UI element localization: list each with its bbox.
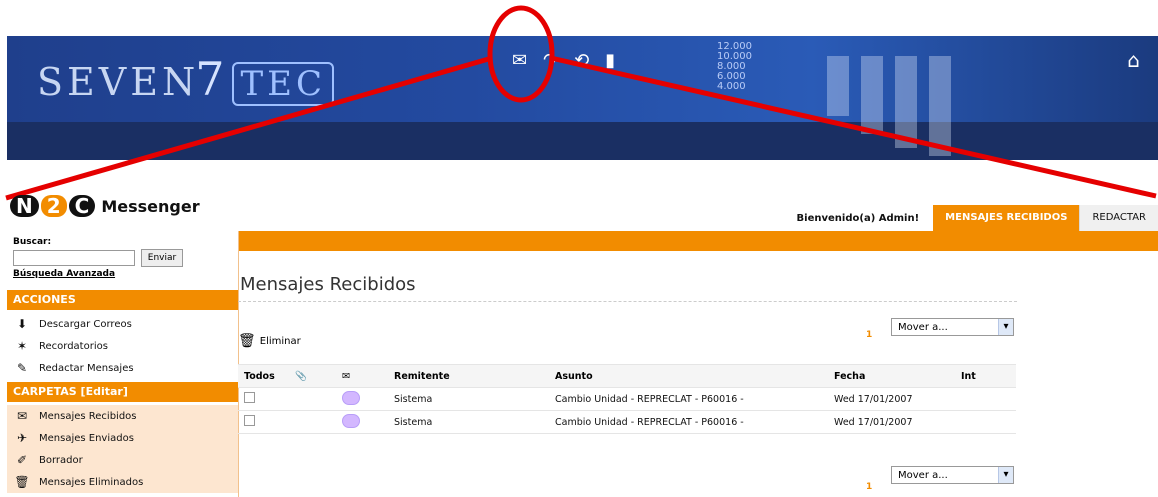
sidebar-item-mensajes-enviados[interactable]: ✈ Mensajes Enviados (7, 427, 238, 449)
move-to-select-top[interactable]: Mover a... ▾ (891, 318, 1014, 336)
sidebar-item-label: Redactar Mensajes (39, 362, 134, 374)
advanced-search-link[interactable]: Búsqueda Avanzada (13, 269, 183, 279)
row-checkbox[interactable] (244, 415, 255, 426)
header-int[interactable]: Int (955, 364, 1016, 388)
chat-bubble-icon (342, 390, 360, 405)
sent-icon: ✈ (16, 431, 28, 445)
chevron-down-icon: ▾ (998, 319, 1013, 335)
pagination-top[interactable]: 1 (866, 330, 872, 340)
paperclip-icon: 📎 (295, 370, 307, 382)
sidebar-item-label: Mensajes Eliminados (39, 476, 144, 488)
chat-bubble-icon (342, 413, 360, 428)
app-banner: SEVEN7 TEC ✉ ↷ ⟲ ▮ 12.000 10.000 8.000 6.… (7, 36, 1158, 160)
section-carpetas[interactable]: CARPETAS [Editar] (7, 382, 238, 402)
inbox-icon: ✉ (16, 409, 28, 423)
table-row[interactable]: Sistema Cambio Unidad - REPRECLAT - P600… (238, 410, 1016, 434)
redo-icon[interactable]: ↷ (543, 50, 558, 71)
banner-icons: ✉ ↷ ⟲ ▮ (512, 50, 615, 71)
search-panel: Buscar: Enviar Búsqueda Avanzada (13, 237, 183, 279)
company-logo: SEVEN7 TEC (37, 52, 334, 106)
row-remitente: Sistema (388, 387, 549, 411)
delete-action[interactable]: 🗑 Eliminar (238, 333, 301, 349)
pagination-bottom[interactable]: 1 (866, 482, 872, 492)
mail-icon[interactable]: ✉ (512, 50, 527, 71)
refresh-icon[interactable]: ⟲ (574, 50, 589, 71)
sidebar-item-label: Mensajes Recibidos (39, 410, 137, 422)
trash-icon: 🗑 (238, 333, 256, 349)
sidebar-item-recordatorios[interactable]: ✶ Recordatorios (7, 335, 238, 357)
sidebar-item-label: Borrador (39, 454, 83, 466)
sidebar-item-label: Descargar Correos (39, 318, 132, 330)
chevron-down-icon: ▾ (998, 467, 1013, 483)
home-icon[interactable]: ⌂ (1127, 48, 1140, 72)
table-row[interactable]: Sistema Cambio Unidad - REPRECLAT - P600… (238, 387, 1016, 411)
messages-table: Todos 📎 ✉ Remitente Asunto Fecha Int Sis… (238, 364, 1016, 434)
logo-text-7: 7 (195, 52, 229, 106)
trash-icon: 🗑 (14, 475, 30, 489)
row-checkbox[interactable] (244, 392, 255, 403)
banner-stripe (7, 122, 1158, 160)
table-header-row: Todos 📎 ✉ Remitente Asunto Fecha Int (238, 364, 1016, 388)
sidebar-item-label: Recordatorios (39, 340, 108, 352)
header-message-type: ✉ (336, 364, 388, 388)
header-todos[interactable]: Todos (238, 364, 289, 388)
row-fecha: Wed 17/01/2007 (828, 387, 955, 411)
search-button[interactable]: Enviar (141, 249, 183, 267)
logo-text-tec: TEC (232, 62, 334, 106)
app-brand: N2C Messenger (10, 194, 200, 218)
sidebar-item-redactar-mensajes[interactable]: ✎ Redactar Mensajes (7, 357, 238, 379)
draft-icon: ✐ (16, 453, 28, 467)
welcome-text: Bienvenido(a) Admin! (796, 212, 920, 224)
section-acciones: ACCIONES (7, 290, 238, 310)
download-mail-icon: ⬇ (16, 317, 28, 331)
n2c-logo: N2C (10, 194, 96, 218)
row-asunto: Cambio Unidad - REPRECLAT - P60016 - (549, 410, 828, 434)
reminder-icon: ✶ (16, 339, 28, 353)
mail-icon: ✉ (342, 370, 350, 382)
delete-label: Eliminar (259, 335, 301, 347)
page-title: Mensajes Recibidos (240, 274, 416, 295)
sidebar: Buscar: Enviar Búsqueda Avanzada ACCIONE… (7, 231, 239, 497)
header-remitente[interactable]: Remitente (388, 364, 549, 388)
chart-labels: 12.000 10.000 8.000 6.000 4.000 (717, 41, 752, 92)
sidebar-item-borrador[interactable]: ✐ Borrador (7, 449, 238, 471)
search-label: Buscar: (13, 237, 52, 247)
compose-icon: ✎ (16, 361, 28, 375)
row-remitente: Sistema (388, 410, 549, 434)
header-attachment: 📎 (289, 364, 336, 388)
orange-header-bar (238, 231, 1158, 251)
sidebar-item-mensajes-recibidos[interactable]: ✉ Mensajes Recibidos (7, 405, 238, 427)
header-asunto[interactable]: Asunto (549, 364, 828, 388)
move-to-label: Mover a... (898, 470, 948, 481)
title-divider (238, 301, 1017, 302)
sidebar-item-label: Mensajes Enviados (39, 432, 134, 444)
search-input[interactable] (13, 250, 135, 266)
move-to-label: Mover a... (898, 322, 948, 333)
tab-mensajes-recibidos[interactable]: MENSAJES RECIBIDOS (933, 205, 1080, 231)
sidebar-item-mensajes-eliminados[interactable]: 🗑 Mensajes Eliminados (7, 471, 238, 493)
door-icon[interactable]: ▮ (605, 50, 615, 71)
logo-text-seven: SEVEN (37, 60, 200, 104)
move-to-select-bottom[interactable]: Mover a... ▾ (891, 466, 1014, 484)
tab-redactar[interactable]: REDACTAR (1079, 205, 1158, 231)
brand-name: Messenger (101, 196, 200, 216)
decorative-bars (827, 56, 951, 156)
top-nav: Bienvenido(a) Admin! MENSAJES RECIBIDOS … (783, 205, 1158, 231)
row-asunto: Cambio Unidad - REPRECLAT - P60016 - (549, 387, 828, 411)
row-fecha: Wed 17/01/2007 (828, 410, 955, 434)
sidebar-item-descargar-correos[interactable]: ⬇ Descargar Correos (7, 313, 238, 335)
header-fecha[interactable]: Fecha (828, 364, 955, 388)
